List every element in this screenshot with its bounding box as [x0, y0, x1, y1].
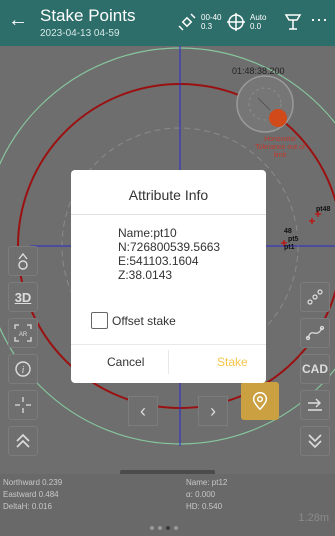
svg-text:AR: AR: [19, 332, 28, 338]
cancel-button[interactable]: Cancel: [107, 355, 144, 369]
page-dot-active: [166, 526, 170, 530]
point-label: pt5: [288, 236, 299, 243]
expand-down-button[interactable]: [300, 426, 330, 456]
cad-label: CAD: [302, 362, 328, 376]
curve-icon: [305, 325, 325, 341]
northward-value: Northward 0.239: [3, 478, 63, 487]
crosshair-button[interactable]: [8, 390, 38, 420]
location-pin-icon: [252, 392, 268, 411]
elevation-text: Z:38.0143: [118, 268, 173, 282]
diff-status[interactable]: Auto 0.0: [225, 9, 266, 35]
deltah-value: DeltaH: 0.016: [3, 502, 52, 511]
satellite-status[interactable]: 00-40 0.3: [176, 9, 221, 35]
button-divider: [71, 344, 266, 345]
walk-mode-button[interactable]: [8, 246, 38, 276]
ar-icon: AR: [14, 324, 32, 342]
northing-text: N:726800539.5663: [118, 240, 221, 254]
offset-stake-row[interactable]: Offset stake: [91, 312, 176, 329]
app-header: ← Stake Points 2023-04-13 04-59 00-40 0.…: [0, 0, 335, 46]
ar-button[interactable]: AR: [8, 318, 38, 348]
page-indicator: [150, 526, 178, 530]
direction-button[interactable]: [300, 390, 330, 420]
crosshair-icon: [15, 397, 31, 413]
dialog-divider: [71, 214, 266, 215]
position-dot: [269, 109, 287, 127]
diff-value: 0.0: [250, 22, 262, 31]
scale-readout: 1.28m: [298, 512, 329, 524]
satellite-value: 0.3: [201, 22, 213, 31]
point-label: 48: [284, 228, 292, 235]
point-name-text: Name:pt10: [118, 226, 177, 240]
panel-handle[interactable]: [120, 470, 215, 474]
chevron-right-icon: ›: [210, 400, 216, 421]
satellite-count: 00-40: [201, 13, 222, 22]
attribute-info-dialog: Attribute Info Name:pt10 N:726800539.566…: [71, 170, 266, 383]
alpha-value: α: 0.000: [186, 490, 216, 499]
stake-location-button[interactable]: [241, 382, 279, 420]
previous-point-button[interactable]: ‹: [128, 396, 158, 426]
time-readout: 01:48:38.200: [232, 66, 285, 76]
page-title: Stake Points: [40, 6, 136, 25]
page-dot: [150, 526, 154, 530]
crosshair-circle-icon: [227, 13, 245, 31]
easting-text: E:541103.1604: [118, 254, 199, 268]
point-name: Name: pt12: [186, 478, 228, 487]
expand-up-button[interactable]: [8, 426, 38, 456]
back-arrow-icon[interactable]: ←: [8, 8, 28, 32]
stake-button[interactable]: Stake: [217, 355, 248, 369]
svg-text:i: i: [22, 365, 25, 376]
more-icon[interactable]: ⋯: [310, 10, 329, 31]
points-icon: [307, 289, 323, 305]
tolerance-warning: Horizontal Tolerance out of limit: [255, 136, 305, 159]
hd-value: HD: 0.540: [186, 502, 223, 511]
button-separator: [168, 350, 169, 374]
3d-view-button[interactable]: 3D: [8, 282, 38, 312]
satellite-icon: [178, 13, 196, 31]
info-icon: i: [15, 361, 31, 377]
dialog-title: Attribute Info: [128, 187, 209, 203]
receiver-status[interactable]: [282, 9, 304, 35]
arrow-icon: [308, 398, 322, 411]
receiver-icon: [284, 14, 302, 30]
chevrons-down-icon: [308, 434, 322, 449]
chevron-left-icon: ‹: [140, 400, 146, 421]
diff-mode: Auto: [250, 13, 267, 22]
point-label: pt1: [284, 244, 295, 251]
next-point-button[interactable]: ›: [198, 396, 228, 426]
info-button[interactable]: i: [8, 354, 38, 384]
points-button[interactable]: [300, 282, 330, 312]
page-dot: [174, 526, 178, 530]
cad-button[interactable]: CAD: [300, 354, 330, 384]
offset-stake-checkbox[interactable]: [91, 312, 108, 329]
offset-stake-label: Offset stake: [112, 313, 176, 328]
point-label: pt48: [316, 206, 331, 213]
3d-label: 3D: [14, 289, 32, 305]
page-subtitle: 2023-04-13 04-59: [40, 28, 120, 39]
page-dot: [158, 526, 162, 530]
chevrons-up-icon: [16, 433, 30, 448]
curve-button[interactable]: [300, 318, 330, 348]
stake-info-panel: Northward 0.239 Eastward 0.484 DeltaH: 0…: [0, 470, 335, 536]
walk-icon: [18, 252, 28, 270]
eastward-value: Eastward 0.484: [3, 490, 59, 499]
